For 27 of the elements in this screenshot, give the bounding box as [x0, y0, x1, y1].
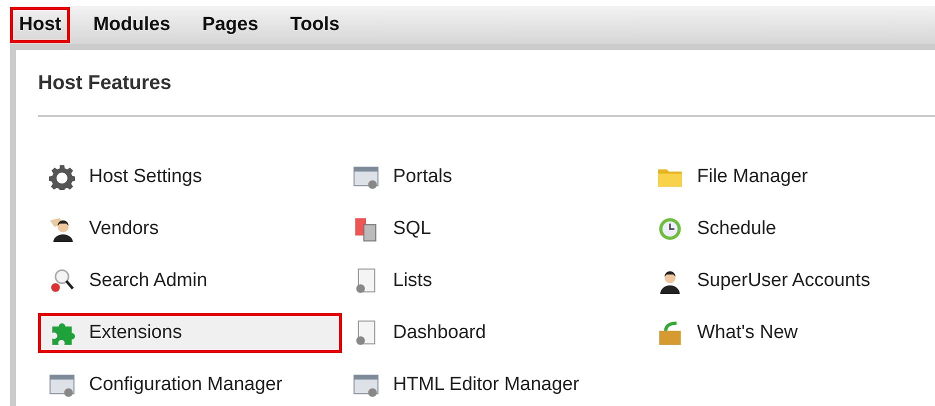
window-icon — [353, 372, 379, 398]
menu-item[interactable]: Host — [10, 7, 70, 43]
gear-icon — [49, 164, 75, 190]
search-icon — [49, 268, 75, 294]
section-title: Host Features — [38, 72, 172, 95]
feature-link[interactable]: SuperUser Accounts — [646, 261, 935, 301]
feature-link[interactable]: Portals — [342, 157, 646, 197]
database-icon — [353, 216, 379, 242]
menu-item[interactable]: Modules — [84, 7, 180, 43]
menu-item[interactable]: Tools — [281, 7, 349, 43]
feature-link[interactable]: Lists — [342, 261, 646, 301]
feature-link[interactable]: Schedule — [646, 209, 935, 249]
feature-link[interactable]: What's New — [646, 313, 935, 353]
people-icon — [49, 216, 75, 242]
menu-item[interactable]: Pages — [193, 7, 268, 43]
feature-link[interactable]: Dashboard — [342, 313, 646, 353]
window-icon — [49, 372, 75, 398]
feature-link[interactable]: Search Admin — [38, 261, 342, 301]
feature-link[interactable]: Vendors — [38, 209, 342, 249]
clock-icon — [657, 216, 683, 242]
feature-link[interactable]: Host Settings — [38, 157, 342, 197]
feature-link[interactable]: File Manager — [646, 157, 935, 197]
feature-link[interactable]: Extensions — [38, 313, 342, 353]
feature-link[interactable]: HTML Editor Manager — [342, 365, 646, 405]
window-icon — [353, 164, 379, 190]
feature-link[interactable]: Configuration Manager — [38, 365, 342, 405]
feature-link[interactable]: SQL — [342, 209, 646, 249]
